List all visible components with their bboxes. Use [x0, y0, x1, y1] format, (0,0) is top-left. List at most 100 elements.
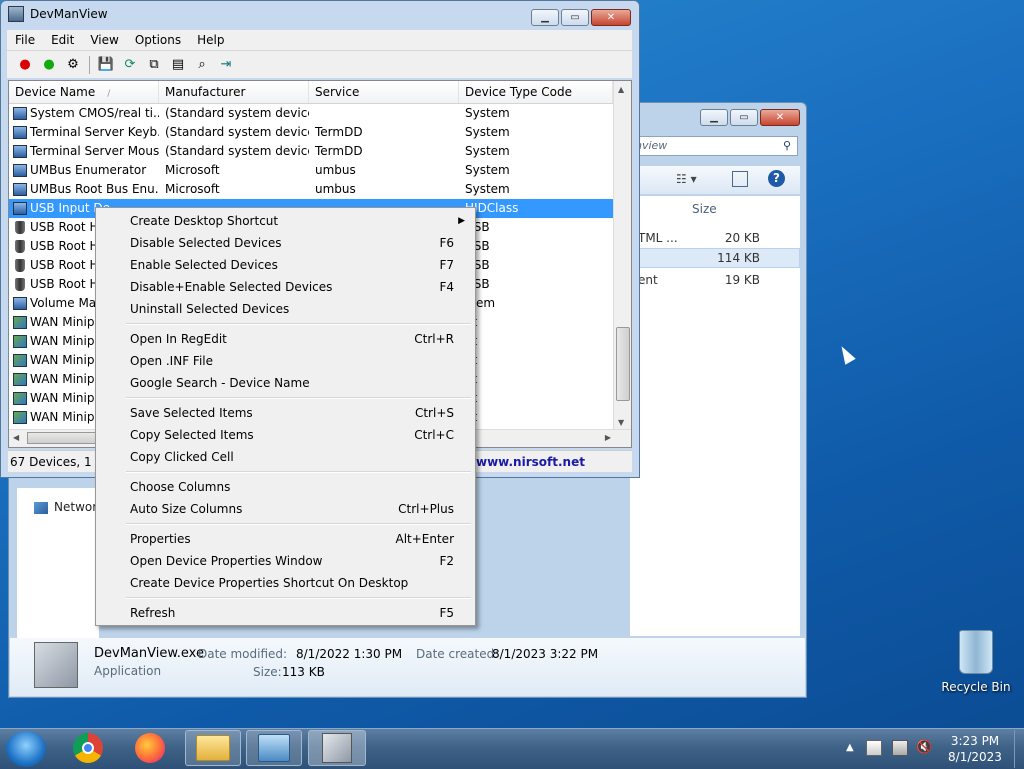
copy-icon[interactable]: ⧉ [144, 55, 164, 75]
column-header-device-name[interactable]: Device Name / [9, 81, 159, 103]
cell-text: Terminal Server Mous... [30, 144, 159, 158]
menu-edit[interactable]: Edit [43, 33, 82, 47]
column-header-size[interactable]: Size [692, 202, 717, 216]
explorer-maximize-button[interactable]: ▭ [730, 109, 758, 126]
cell-type: et [459, 389, 613, 408]
menu-item-google-search-device-name[interactable]: Google Search - Device Name [98, 372, 473, 394]
menu-item-label: Open In RegEdit [130, 332, 227, 346]
network-status-icon[interactable] [892, 740, 908, 756]
menu-item-shortcut: F7 [439, 258, 454, 272]
menu-file[interactable]: File [7, 33, 43, 47]
column-header-device-type-code[interactable]: Device Type Code [459, 81, 613, 103]
column-header-service[interactable]: Service [309, 81, 459, 103]
device-row[interactable]: UMBus Root Bus Enu... Microsoft umbus Syste… [9, 180, 613, 199]
refresh-icon[interactable]: ⟳ [120, 55, 140, 75]
enable-device-icon[interactable]: ● [39, 55, 59, 75]
menu-item-disable-selected-devices[interactable]: Disable Selected Devices F6 [98, 232, 473, 254]
menu-item-open-in-regedit[interactable]: Open In RegEdit Ctrl+R [98, 328, 473, 350]
explorer-close-button[interactable]: ✕ [760, 109, 800, 126]
menu-item-choose-columns[interactable]: Choose Columns [98, 476, 473, 498]
scroll-left-icon[interactable]: ◀ [13, 433, 19, 442]
file-row-selected[interactable]: 114 KB [630, 248, 800, 268]
cell-text: System [465, 125, 510, 139]
cell-text: TermDD [315, 125, 363, 139]
taskbar-device-manager[interactable] [246, 730, 302, 766]
window-title-bar: DevManView [8, 6, 108, 22]
menu-item-uninstall-selected-devices[interactable]: Uninstall Selected Devices [98, 298, 473, 320]
nirsoft-link[interactable]: www.nirsoft.net [476, 455, 585, 469]
taskbar-clock[interactable]: 3:23 PM 8/1/2023 [940, 733, 1010, 765]
help-icon[interactable]: ? [768, 170, 785, 187]
minimize-button[interactable]: ▁ [531, 9, 559, 26]
device-row[interactable]: Terminal Server Keyb... (Standard system … [9, 123, 613, 142]
menu-help[interactable]: Help [189, 33, 232, 47]
view-options-icon[interactable]: ☷ ▾ [676, 172, 697, 186]
search-icon[interactable]: ⚲ [783, 139, 791, 152]
exit-icon[interactable]: ⇥ [216, 55, 236, 75]
menu-item-properties[interactable]: Properties Alt+Enter [98, 528, 473, 550]
file-row[interactable]: ent 19 KB [630, 270, 800, 290]
device-settings-icon[interactable]: ⚙ [63, 55, 83, 75]
scroll-up-icon[interactable]: ▲ [618, 85, 624, 94]
details-created-label: Date created: [416, 647, 499, 661]
menu-item-refresh[interactable]: Refresh F5 [98, 602, 473, 624]
menu-item-open-device-properties-window[interactable]: Open Device Properties Window F2 [98, 550, 473, 572]
cell-name: System CMOS/real ti... [9, 104, 159, 123]
show-hidden-icons-button[interactable]: ▲ [846, 742, 854, 753]
taskbar-firefox[interactable] [124, 730, 176, 766]
taskbar-devmanview[interactable] [308, 730, 366, 766]
explorer-search-input[interactable]: nview ⚲ [630, 136, 798, 156]
maximize-button[interactable]: ▭ [561, 9, 589, 26]
menu-separator [126, 523, 471, 525]
menu-item-open-inf-file[interactable]: Open .INF File [98, 350, 473, 372]
computer-icon [13, 126, 27, 139]
cell-type: stem [459, 294, 613, 313]
menu-item-disable-enable-selected-devices[interactable]: Disable+Enable Selected Devices F4 [98, 276, 473, 298]
menu-item-save-selected-items[interactable]: Save Selected Items Ctrl+S [98, 402, 473, 424]
cell-manufacturer: Microsoft [159, 161, 309, 180]
menu-item-shortcut: Ctrl+S [414, 406, 454, 420]
menu-item-shortcut: Alt+Enter [395, 532, 454, 546]
menu-item-create-desktop-shortcut[interactable]: Create Desktop Shortcut ▶ [98, 210, 473, 232]
computer-icon [13, 164, 27, 177]
start-button[interactable] [6, 731, 46, 767]
vertical-scrollbar[interactable]: ▲ ▼ [613, 81, 631, 431]
device-row[interactable]: Terminal Server Mous... (Standard system … [9, 142, 613, 161]
menu-item-label: Save Selected Items [130, 406, 253, 420]
menu-item-copy-clicked-cell[interactable]: Copy Clicked Cell [98, 446, 473, 468]
action-center-icon[interactable] [866, 740, 882, 756]
nav-item-network[interactable]: Network [34, 500, 104, 514]
close-button[interactable]: ✕ [591, 9, 631, 26]
vertical-scroll-thumb[interactable] [616, 327, 630, 401]
show-desktop-button[interactable] [1014, 730, 1024, 768]
scroll-down-icon[interactable]: ▼ [618, 418, 624, 427]
network-adapter-icon [13, 373, 27, 386]
menu-item-copy-selected-items[interactable]: Copy Selected Items Ctrl+C [98, 424, 473, 446]
scroll-right-icon[interactable]: ▶ [605, 433, 611, 442]
disable-device-icon[interactable]: ● [15, 55, 35, 75]
device-row[interactable]: UMBus Enumerator Microsoft umbus System [9, 161, 613, 180]
recycle-bin[interactable]: Recycle Bin [940, 630, 1012, 694]
column-header-manufacturer[interactable]: Manufacturer [159, 81, 309, 103]
volume-muted-icon[interactable]: 🔇 [916, 740, 932, 756]
preview-pane-icon[interactable] [732, 171, 748, 187]
find-icon[interactable]: ⌕ [192, 55, 212, 75]
explorer-minimize-button[interactable]: ▁ [700, 109, 728, 126]
file-row[interactable]: TML ... 20 KB [630, 228, 800, 248]
menu-item-shortcut: Ctrl+R [414, 332, 454, 346]
menu-item-enable-selected-devices[interactable]: Enable Selected Devices F7 [98, 254, 473, 276]
menu-item-auto-size-columns[interactable]: Auto Size Columns Ctrl+Plus [98, 498, 473, 520]
taskbar-explorer[interactable] [185, 730, 241, 766]
device-row[interactable]: System CMOS/real ti... (Standard system d… [9, 104, 613, 123]
taskbar-chrome[interactable] [62, 730, 114, 766]
save-icon[interactable]: 💾 [96, 55, 116, 75]
explorer-toolbar: ☷ ▾ ? [630, 166, 800, 194]
cell-type: et [459, 370, 613, 389]
properties-icon[interactable]: ▤ [168, 55, 188, 75]
mouse-cursor [836, 343, 856, 365]
menu-view[interactable]: View [82, 33, 126, 47]
cell-type: USB [459, 275, 613, 294]
cell-manufacturer: (Standard system devices) [159, 142, 309, 161]
menu-item-create-device-properties-shortcut-on-desktop[interactable]: Create Device Properties Shortcut On Des… [98, 572, 473, 594]
menu-options[interactable]: Options [127, 33, 189, 47]
